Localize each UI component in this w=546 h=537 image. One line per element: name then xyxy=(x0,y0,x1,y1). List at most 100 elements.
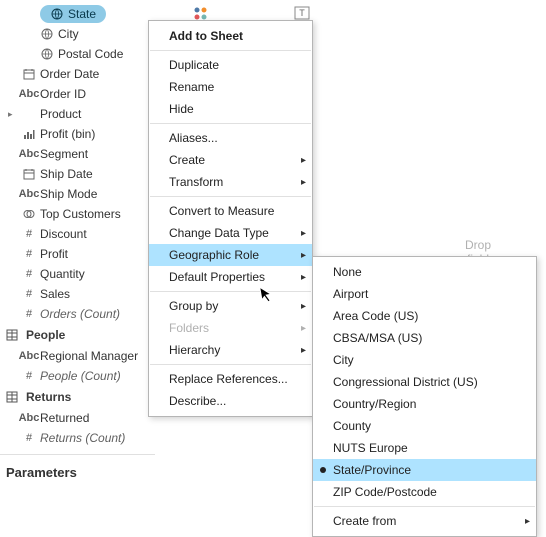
field-label: Profit (bin) xyxy=(40,127,95,141)
bin-icon xyxy=(22,127,36,141)
georole-congressional-district[interactable]: Congressional District (US) xyxy=(313,371,536,393)
georole-state-province[interactable]: State/Province xyxy=(313,459,536,481)
field-label: Quantity xyxy=(40,267,85,281)
hash-icon: # xyxy=(22,267,36,281)
menu-separator xyxy=(150,123,311,124)
georole-county[interactable]: County xyxy=(313,415,536,437)
field-returns-count[interactable]: # Returns (Count) xyxy=(0,428,155,448)
field-label: Postal Code xyxy=(58,47,123,61)
georole-area-code[interactable]: Area Code (US) xyxy=(313,305,536,327)
field-label: Ship Date xyxy=(40,167,93,181)
menu-separator xyxy=(150,364,311,365)
field-postal-code[interactable]: Postal Code xyxy=(0,44,155,64)
group-label: Returns xyxy=(26,390,71,404)
field-regional-manager[interactable]: Abc Regional Manager xyxy=(0,346,155,366)
hash-icon: # xyxy=(22,247,36,261)
menu-aliases[interactable]: Aliases... xyxy=(149,127,312,149)
menu-replace-references[interactable]: Replace References... xyxy=(149,368,312,390)
fields-pane: State City Postal Code Order Date Abc Or… xyxy=(0,0,155,484)
menu-separator xyxy=(150,50,311,51)
menu-hierarchy[interactable]: Hierarchy▸ xyxy=(149,339,312,361)
menu-duplicate[interactable]: Duplicate xyxy=(149,54,312,76)
expand-icon[interactable]: ▸ xyxy=(8,109,18,120)
submenu-arrow-icon: ▸ xyxy=(301,177,306,188)
field-context-menu: Add to Sheet Duplicate Rename Hide Alias… xyxy=(148,20,313,417)
field-label: Discount xyxy=(40,227,87,241)
menu-default-properties[interactable]: Default Properties▸ xyxy=(149,266,312,288)
field-label: People (Count) xyxy=(40,369,121,383)
field-label: State xyxy=(68,7,96,21)
menu-geographic-role[interactable]: Geographic Role▸ xyxy=(149,244,312,266)
menu-folders: Folders▸ xyxy=(149,317,312,339)
submenu-arrow-icon: ▸ xyxy=(301,323,306,334)
field-sales[interactable]: # Sales xyxy=(0,284,155,304)
submenu-arrow-icon: ▸ xyxy=(301,250,306,261)
abc-icon: Abc xyxy=(22,187,36,201)
menu-change-data-type[interactable]: Change Data Type▸ xyxy=(149,222,312,244)
submenu-arrow-icon: ▸ xyxy=(301,272,306,283)
hash-icon: # xyxy=(22,227,36,241)
hash-icon: # xyxy=(22,369,36,383)
georole-nuts-europe[interactable]: NUTS Europe xyxy=(313,437,536,459)
menu-add-to-sheet[interactable]: Add to Sheet xyxy=(149,25,312,47)
abc-icon: Abc xyxy=(22,349,36,363)
menu-convert-to-measure[interactable]: Convert to Measure xyxy=(149,200,312,222)
field-top-customers[interactable]: Top Customers xyxy=(0,204,155,224)
field-quantity[interactable]: # Quantity xyxy=(0,264,155,284)
georole-none[interactable]: None xyxy=(313,261,536,283)
field-label: Top Customers xyxy=(40,207,121,221)
menu-group-by[interactable]: Group by▸ xyxy=(149,295,312,317)
table-returns-header[interactable]: Returns xyxy=(0,386,155,408)
geographic-role-submenu: None Airport Area Code (US) CBSA/MSA (US… xyxy=(312,256,537,537)
globe-icon xyxy=(40,27,54,41)
field-label: Order ID xyxy=(40,87,86,101)
menu-transform[interactable]: Transform▸ xyxy=(149,171,312,193)
svg-text:T: T xyxy=(299,8,305,18)
field-order-date[interactable]: Order Date xyxy=(0,64,155,84)
field-discount[interactable]: # Discount xyxy=(0,224,155,244)
field-label: Profit xyxy=(40,247,68,261)
field-orders-count[interactable]: # Orders (Count) xyxy=(0,304,155,324)
field-order-id[interactable]: Abc Order ID xyxy=(0,84,155,104)
abc-icon: Abc xyxy=(22,147,36,161)
georole-city[interactable]: City xyxy=(313,349,536,371)
georole-cbsa-msa[interactable]: CBSA/MSA (US) xyxy=(313,327,536,349)
selected-bullet-icon xyxy=(320,467,326,473)
field-profit[interactable]: # Profit xyxy=(0,244,155,264)
set-icon xyxy=(22,207,36,221)
menu-separator xyxy=(150,291,311,292)
georole-create-from[interactable]: Create from▸ xyxy=(313,510,536,532)
calendar-icon xyxy=(22,167,36,181)
field-ship-date[interactable]: Ship Date xyxy=(0,164,155,184)
menu-rename[interactable]: Rename xyxy=(149,76,312,98)
field-label: Segment xyxy=(40,147,88,161)
field-returned[interactable]: Abc Returned xyxy=(0,408,155,428)
submenu-arrow-icon: ▸ xyxy=(301,228,306,239)
field-label: Returns (Count) xyxy=(40,431,125,445)
table-people-header[interactable]: People xyxy=(0,324,155,346)
field-segment[interactable]: Abc Segment xyxy=(0,144,155,164)
menu-hide[interactable]: Hide xyxy=(149,98,312,120)
field-profit-bin[interactable]: Profit (bin) xyxy=(0,124,155,144)
abc-icon: Abc xyxy=(22,87,36,101)
submenu-arrow-icon: ▸ xyxy=(301,155,306,166)
field-people-count[interactable]: # People (Count) xyxy=(0,366,155,386)
georole-zip-postcode[interactable]: ZIP Code/Postcode xyxy=(313,481,536,503)
field-ship-mode[interactable]: Abc Ship Mode xyxy=(0,184,155,204)
field-product[interactable]: ▸ Product xyxy=(0,104,155,124)
menu-describe[interactable]: Describe... xyxy=(149,390,312,412)
group-label: People xyxy=(26,328,65,342)
field-state[interactable]: State xyxy=(0,4,155,24)
field-label: Regional Manager xyxy=(40,349,138,363)
menu-create[interactable]: Create▸ xyxy=(149,149,312,171)
field-label: Product xyxy=(40,107,81,121)
georole-airport[interactable]: Airport xyxy=(313,283,536,305)
abc-icon: Abc xyxy=(22,411,36,425)
submenu-arrow-icon: ▸ xyxy=(525,516,530,527)
field-label: Orders (Count) xyxy=(40,307,120,321)
table-icon xyxy=(6,390,20,404)
georole-country-region[interactable]: Country/Region xyxy=(313,393,536,415)
blank-icon xyxy=(22,107,36,121)
menu-separator xyxy=(314,506,535,507)
field-city[interactable]: City xyxy=(0,24,155,44)
